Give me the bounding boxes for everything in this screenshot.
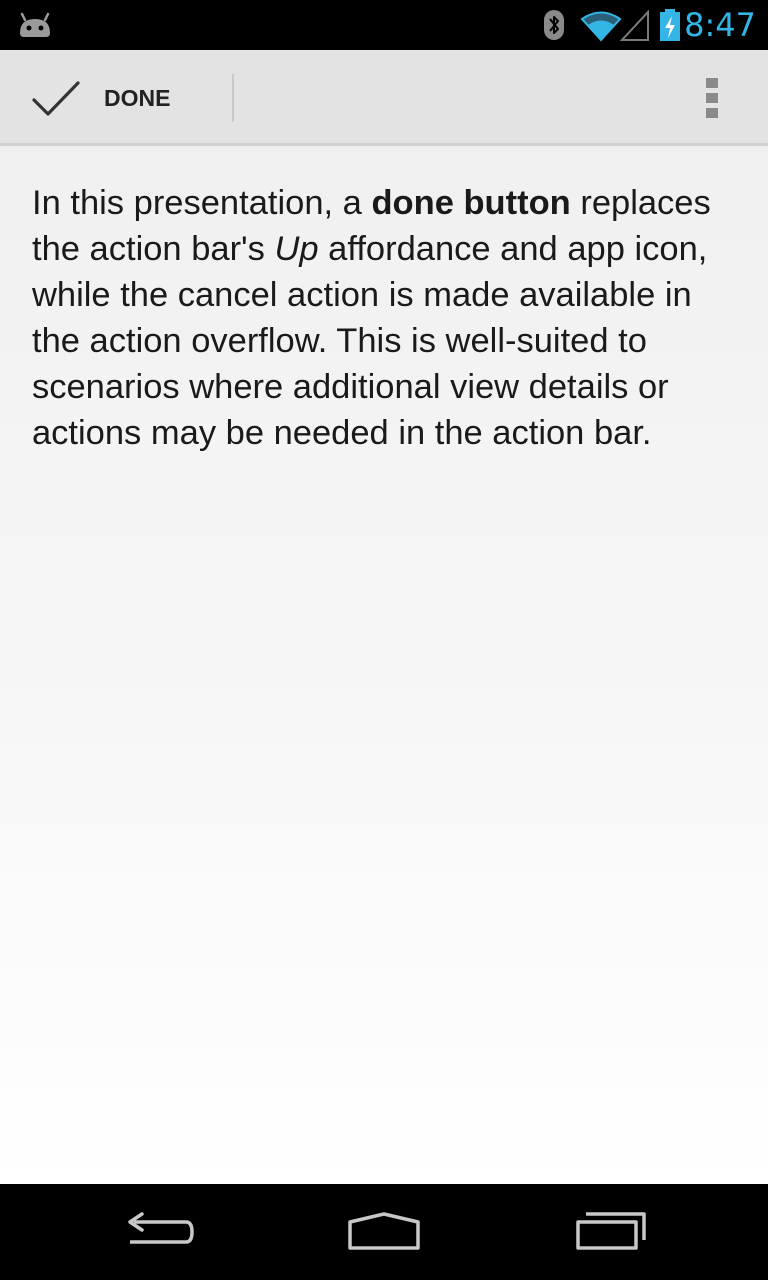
action-bar-divider [232,74,234,122]
android-notification-icon [20,12,50,37]
description-text: In this presentation, a done button repl… [32,180,744,456]
wifi-icon [580,11,622,42]
done-label: DONE [104,85,171,111]
back-icon [128,1212,194,1244]
check-icon [32,81,80,116]
battery-charging-icon [660,9,680,41]
recents-icon [576,1212,646,1250]
done-button[interactable]: DONE [0,50,232,143]
text-segment: In this presentation, a [32,184,372,222]
bluetooth-icon [544,10,564,40]
navigation-bar [0,1184,768,1280]
text-segment-italic: Up [274,230,319,268]
recents-button[interactable] [540,1184,680,1280]
text-segment-bold: done button [371,184,571,222]
action-bar: DONE [0,50,768,146]
overflow-menu-button[interactable] [680,50,744,143]
status-bar: 8:47 [0,0,768,50]
home-icon [348,1212,420,1250]
overflow-menu-icon [706,78,718,118]
signal-icon [620,10,649,41]
home-button[interactable] [314,1184,454,1280]
back-button[interactable] [90,1184,230,1280]
content-area: DONE In this presentation, a done button… [0,50,768,1184]
status-clock: 8:47 [684,6,756,44]
